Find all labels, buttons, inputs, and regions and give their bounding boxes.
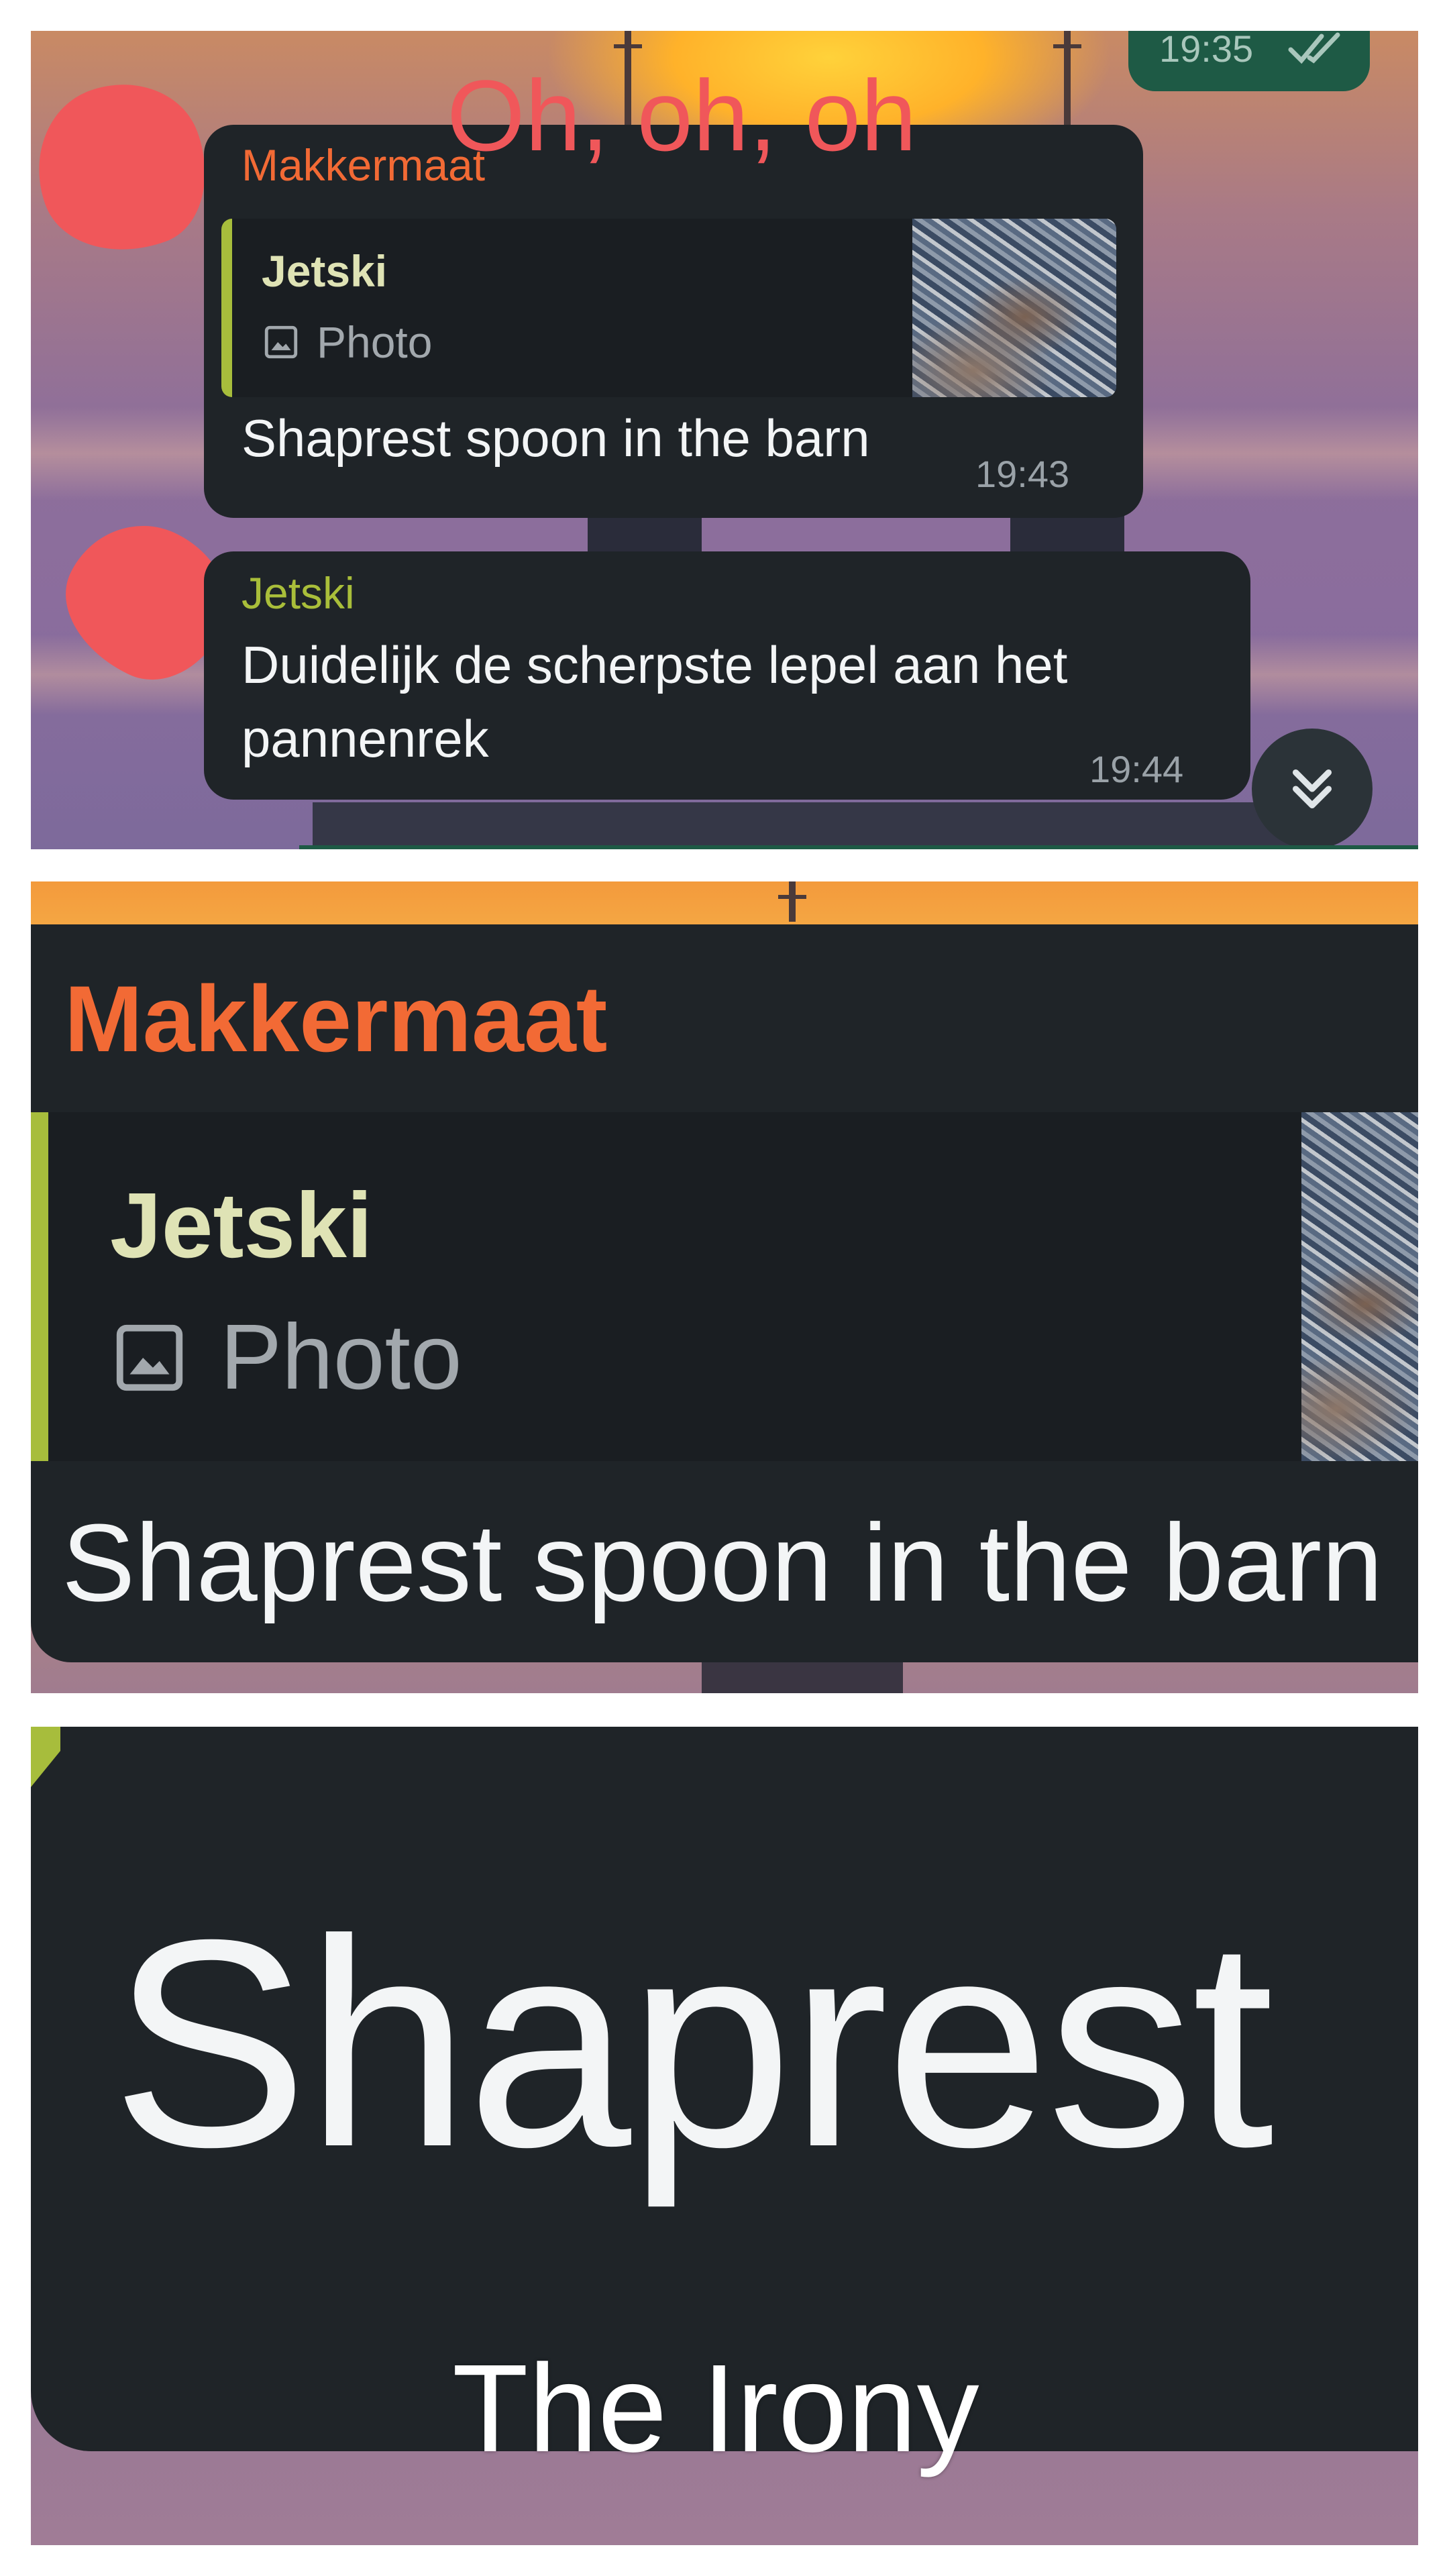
message-text-line: pannenrek — [241, 709, 489, 768]
message-sender-name[interactable]: Makkermaat — [64, 965, 607, 1073]
wallpaper-spire — [778, 881, 806, 922]
reply-photo-thumbnail — [912, 219, 1116, 397]
message-text-line: Duidelijk de scherpste lepel aan het — [241, 635, 1068, 694]
reply-preview[interactable]: Jetski Photo — [221, 219, 1116, 397]
reply-message-type: Photo — [220, 1305, 462, 1409]
reply-sender-name: Jetski — [110, 1174, 373, 1277]
reply-preview[interactable]: Jetski Photo — [31, 1112, 1418, 1461]
message-text: Shaprest spoon in the barn — [241, 409, 870, 468]
reply-photo-thumbnail — [1301, 1112, 1418, 1461]
message-time: 19:44 — [1089, 748, 1184, 790]
message-time: 19:35 — [1159, 31, 1254, 70]
image-icon — [116, 1324, 183, 1391]
message-bubble[interactable]: Jetski Duidelijk de scherpste lepel aan … — [204, 551, 1250, 800]
reply-bar — [31, 1727, 60, 1787]
double-check-icon — [1288, 32, 1340, 64]
message-bubble[interactable]: Makkermaat Jetski Photo Shaprest spoon i… — [204, 125, 1143, 518]
extreme-zoom-panel: Shaprest The Irony — [31, 1727, 1418, 2545]
overlay-caption: Oh, oh, oh — [447, 59, 917, 172]
message-time: 19:43 — [975, 453, 1070, 495]
chat-screenshot-panel: 19:35 Makkermaat Jetski Photo Shaprest s… — [31, 31, 1418, 849]
reply-sender-name: Jetski — [262, 246, 388, 296]
wallpaper-spire — [1053, 31, 1081, 125]
message-bubble[interactable]: Makkermaat Jetski Photo Shaprest spoon i… — [31, 924, 1418, 1662]
sent-message-bubble: 19:35 — [1128, 31, 1370, 91]
scroll-to-bottom-button[interactable] — [1252, 729, 1373, 849]
meme-caption: The Irony — [452, 2339, 979, 2478]
chevron-double-down-icon — [1292, 769, 1332, 809]
image-icon — [264, 325, 298, 359]
reply-message-type: Photo — [317, 317, 433, 367]
zoomed-word: Shaprest — [111, 1879, 1274, 2208]
message-text: Shaprest spoon in the barn — [62, 1501, 1383, 1624]
message-sender-name[interactable]: Jetski — [241, 568, 355, 619]
zoomed-message-panel: Makkermaat Jetski Photo Shaprest spoon i… — [31, 881, 1418, 1693]
